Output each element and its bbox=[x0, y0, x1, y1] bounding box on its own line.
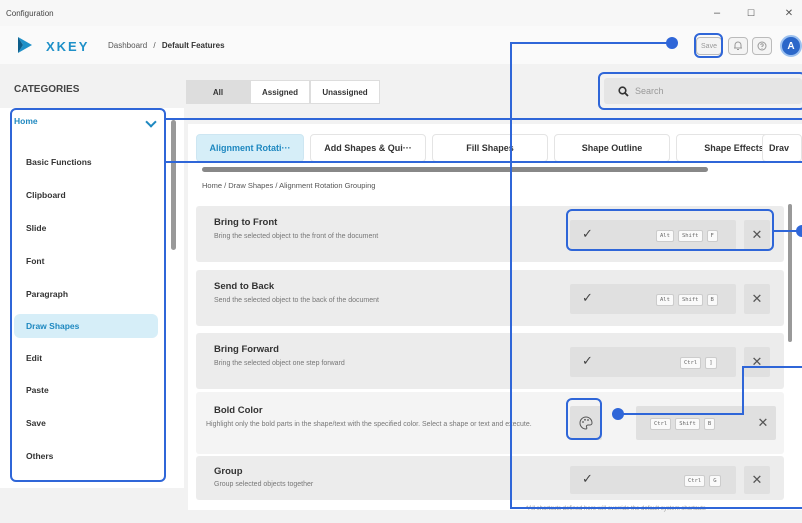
key-combo: Ctrl ] bbox=[680, 357, 717, 369]
close-button[interactable]: ✕ bbox=[776, 0, 802, 26]
key-chip: Ctrl bbox=[680, 357, 702, 369]
search-box[interactable]: Search bbox=[604, 78, 802, 104]
key-chip: Shift bbox=[677, 294, 703, 306]
shortcut-row-bold-color: Bold Color Highlight only the bold parts… bbox=[196, 392, 784, 454]
key-chip: Alt bbox=[656, 230, 674, 242]
row-title: Bring to Front bbox=[214, 217, 278, 228]
filter-all[interactable]: All bbox=[186, 80, 250, 104]
key-chip: ] bbox=[705, 357, 717, 369]
logo-icon bbox=[18, 37, 32, 53]
remove-shortcut-button[interactable]: ✕ bbox=[744, 220, 770, 250]
sidebar-item-others[interactable]: Others bbox=[26, 444, 156, 468]
tab-add-shapes[interactable]: Add Shapes & Qui··· bbox=[310, 134, 426, 162]
tab-alignment-rotation[interactable]: Alignment Rotati··· bbox=[196, 134, 304, 162]
check-icon[interactable]: ✓ bbox=[582, 290, 593, 306]
brand-name: XKEY bbox=[46, 39, 90, 54]
row-description: Highlight only the bold parts in the sha… bbox=[206, 421, 532, 428]
row-title: Bold Color bbox=[214, 405, 263, 416]
sidebar-item-paragraph[interactable]: Paragraph bbox=[26, 282, 156, 306]
key-combo: Ctrl G bbox=[684, 475, 721, 487]
palette-icon bbox=[579, 416, 593, 430]
shortcut-row-bring-forward: Bring Forward Bring the selected object … bbox=[196, 333, 784, 389]
breadcrumb-current: Default Features bbox=[161, 41, 225, 50]
shortcut-row-group: Group Group selected objects together ✓ … bbox=[196, 456, 784, 500]
save-button[interactable]: Save bbox=[696, 37, 722, 55]
sidebar-item-basic-functions[interactable]: Basic Functions bbox=[26, 150, 156, 174]
remove-shortcut-button[interactable]: ✕ bbox=[744, 284, 770, 314]
footnote: *All shortcuts defined here will overrid… bbox=[526, 506, 706, 512]
window-titlebar: Configuration bbox=[0, 0, 802, 26]
key-chip: B bbox=[706, 294, 718, 306]
sidebar-group-home[interactable]: Home bbox=[14, 116, 38, 126]
content-scrollbar[interactable] bbox=[788, 204, 792, 342]
check-icon[interactable]: ✓ bbox=[582, 353, 593, 369]
row-description: Group selected objects together bbox=[214, 481, 314, 488]
row-description: Bring the selected object one step forwa… bbox=[214, 360, 345, 367]
help-icon bbox=[757, 41, 767, 51]
breadcrumb-separator: / bbox=[153, 41, 156, 50]
shortcut-row-bring-to-front: Bring to Front Bring the selected object… bbox=[196, 206, 784, 262]
key-combo: Alt Shift B bbox=[656, 294, 718, 306]
row-description: Send the selected object to the back of … bbox=[214, 297, 379, 304]
remove-shortcut-button[interactable]: ✕ bbox=[750, 406, 776, 440]
user-avatar[interactable]: A bbox=[780, 35, 802, 57]
color-picker-button[interactable] bbox=[570, 406, 602, 440]
category-path: Home / Draw Shapes / Alignment Rotation … bbox=[202, 181, 376, 190]
filter-unassigned[interactable]: Unassigned bbox=[310, 80, 380, 104]
tab-fill-shapes[interactable]: Fill Shapes bbox=[432, 134, 548, 162]
help-button[interactable] bbox=[752, 37, 772, 55]
filter-tabs: All Assigned Unassigned bbox=[186, 80, 380, 104]
tab-shape-outline[interactable]: Shape Outline bbox=[554, 134, 670, 162]
row-title: Group bbox=[214, 466, 243, 477]
tab-draw[interactable]: Drav bbox=[762, 134, 802, 162]
key-chip: B bbox=[703, 418, 716, 430]
row-title: Bring Forward bbox=[214, 344, 279, 355]
tabs-scrollbar[interactable] bbox=[202, 167, 708, 172]
bell-icon bbox=[734, 41, 742, 50]
sidebar-item-edit[interactable]: Edit bbox=[26, 346, 156, 370]
key-combo: Ctrl Shift B bbox=[650, 418, 716, 430]
window-title: Configuration bbox=[6, 8, 54, 18]
sidebar-item-paste[interactable]: Paste bbox=[26, 378, 156, 402]
check-icon[interactable]: ✓ bbox=[582, 226, 593, 242]
key-chip: Alt bbox=[656, 294, 674, 306]
shortcut-row-send-to-back: Send to Back Send the selected object to… bbox=[196, 270, 784, 326]
key-chip: G bbox=[709, 475, 721, 487]
key-chip: Ctrl bbox=[650, 418, 672, 430]
breadcrumb-dashboard[interactable]: Dashboard bbox=[108, 41, 147, 50]
sidebar-scrollbar[interactable] bbox=[171, 120, 176, 250]
key-chip: F bbox=[706, 230, 718, 242]
sidebar-item-draw-shapes[interactable]: Draw Shapes bbox=[14, 314, 158, 338]
callout-line bbox=[166, 118, 802, 120]
sidebar-item-clipboard[interactable]: Clipboard bbox=[26, 183, 156, 207]
key-chip: Shift bbox=[677, 230, 703, 242]
sidebar-item-font[interactable]: Font bbox=[26, 249, 156, 273]
breadcrumb: Dashboard / Default Features bbox=[108, 41, 225, 50]
key-chip: Ctrl bbox=[684, 475, 706, 487]
key-combo: Alt Shift F bbox=[656, 230, 718, 242]
check-icon[interactable]: ✓ bbox=[582, 471, 593, 487]
remove-shortcut-button[interactable]: ✕ bbox=[744, 466, 770, 494]
row-title: Send to Back bbox=[214, 281, 275, 292]
notifications-button[interactable] bbox=[728, 37, 748, 55]
search-placeholder: Search bbox=[635, 86, 664, 96]
search-icon bbox=[618, 85, 629, 97]
maximize-button[interactable]: ☐ bbox=[738, 0, 764, 26]
row-description: Bring the selected object to the front o… bbox=[214, 233, 379, 240]
categories-title: CATEGORIES bbox=[14, 84, 80, 95]
minimize-button[interactable]: – bbox=[704, 0, 730, 26]
sidebar-item-slide[interactable]: Slide bbox=[26, 216, 156, 240]
remove-shortcut-button[interactable]: ✕ bbox=[744, 347, 770, 377]
app-header: XKEY Dashboard / Default Features Save A bbox=[0, 26, 802, 64]
filter-assigned[interactable]: Assigned bbox=[250, 80, 310, 104]
sidebar-item-save[interactable]: Save bbox=[26, 411, 156, 435]
key-chip: Shift bbox=[675, 418, 700, 430]
